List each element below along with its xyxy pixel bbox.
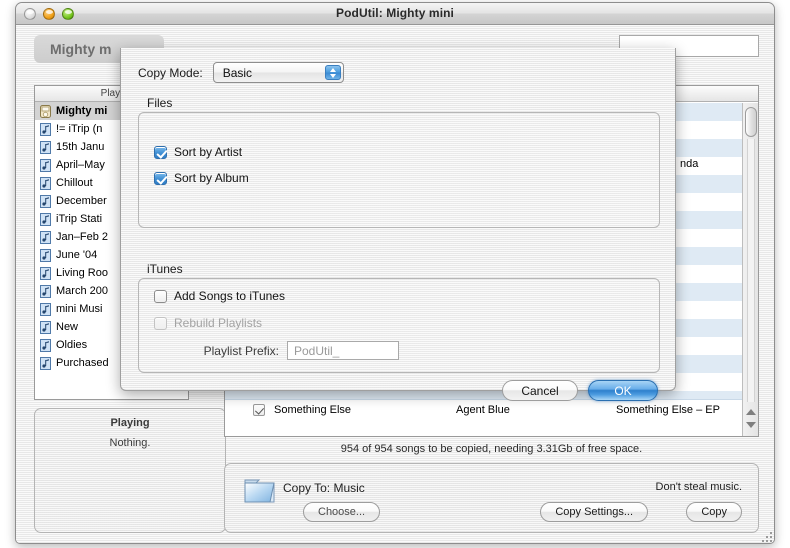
sort-by-artist-checkbox[interactable] [154, 145, 167, 159]
list-item-label: Chillout [56, 177, 93, 189]
copy-mode-row: Copy Mode: Basic [138, 62, 344, 83]
song-name: Something Else [274, 403, 352, 416]
list-item-label: December [56, 195, 107, 207]
list-item-label: Jan–Feb 2 [56, 231, 108, 243]
playlist-icon [40, 284, 51, 298]
list-item-label: iTrip Stati [56, 213, 103, 225]
playlist-icon [40, 122, 51, 136]
song-artist: Agent Blue [456, 403, 510, 416]
folder-icon [243, 477, 277, 510]
playlist-icon [40, 140, 51, 154]
files-group-box [138, 112, 660, 228]
list-item-label: March 200 [56, 285, 108, 297]
scroll-down-arrow-icon[interactable] [746, 422, 756, 428]
sort-by-album-row[interactable]: Sort by Album [154, 171, 249, 185]
copy-settings-dialog: Copy Mode: Basic Files Sort by Artist So… [120, 48, 676, 401]
files-group-label: Files [147, 96, 173, 110]
list-item-label: April–May [56, 159, 105, 171]
device-title-label: Mighty m [50, 41, 112, 57]
list-item-label: != iTrip (n [56, 123, 103, 135]
playlist-icon [40, 338, 51, 352]
copy-panel: Copy To: Music Choose... Don't steal mus… [224, 463, 759, 533]
dont-steal-notice: Don't steal music. [655, 481, 742, 493]
vertical-scrollbar[interactable] [742, 103, 758, 436]
rebuild-playlists-label: Rebuild Playlists [174, 316, 263, 330]
scrollbar-arrows[interactable] [743, 402, 758, 436]
list-item-label: New [56, 321, 79, 333]
window-body: Mighty m Playl Mighty mi != iTrip (n 15t… [16, 25, 774, 543]
list-item-label: Mighty mi [56, 105, 108, 117]
now-playing-panel: Playing Nothing. [34, 408, 226, 533]
now-playing-value: Nothing. [109, 437, 151, 449]
playlist-icon [40, 356, 51, 370]
sort-by-artist-label: Sort by Artist [174, 145, 243, 159]
chevron-updown-icon[interactable] [324, 65, 341, 80]
playlist-prefix-input[interactable]: PodUtil_ [287, 341, 399, 360]
playlist-icon [40, 194, 51, 208]
resize-grip[interactable] [758, 528, 772, 542]
window-title: PodUtil: Mighty mini [336, 6, 454, 20]
playlist-icon [40, 176, 51, 190]
copy-to-label: Copy To: Music [283, 481, 365, 495]
scrollbar-thumb[interactable] [745, 107, 757, 137]
scroll-up-arrow-icon[interactable] [746, 409, 756, 415]
copy-button[interactable]: Copy [686, 502, 742, 522]
list-item-label: June '04 [56, 249, 98, 261]
copy-mode-select[interactable]: Basic [212, 62, 344, 83]
list-item-label: Oldies [56, 339, 88, 351]
playlist-icon [40, 230, 51, 244]
ok-button[interactable]: OK [588, 380, 658, 401]
cancel-button[interactable]: Cancel [502, 380, 578, 401]
scrollbar-track[interactable] [747, 139, 755, 402]
list-item-label: Living Roo [56, 267, 108, 279]
list-item-label: 15th Janu [56, 141, 105, 153]
song-cell-fragment: nda [680, 158, 699, 170]
rebuild-playlists-row: Rebuild Playlists [154, 316, 262, 330]
ipod-icon [40, 104, 51, 118]
title-bar[interactable]: PodUtil: Mighty mini [16, 3, 774, 25]
table-row[interactable]: Something Else Agent Blue Something Else… [225, 399, 742, 419]
sort-by-album-label: Sort by Album [174, 171, 249, 185]
add-songs-label: Add Songs to iTunes [174, 289, 285, 303]
copy-settings-button[interactable]: Copy Settings... [540, 502, 648, 522]
song-album: Something Else – EP [616, 403, 720, 416]
add-songs-checkbox[interactable] [154, 289, 167, 303]
now-playing-title: Playing [110, 417, 150, 429]
rebuild-playlists-checkbox [154, 316, 167, 330]
sort-by-album-checkbox[interactable] [154, 171, 167, 185]
sort-by-artist-row[interactable]: Sort by Artist [154, 145, 242, 159]
playlist-icon [40, 248, 51, 262]
screen: PodUtil: Mighty mini Mighty m Playl Migh… [0, 0, 790, 548]
playlist-prefix-row: Playlist Prefix: PodUtil_ [154, 341, 399, 360]
status-text: 954 of 954 songs to be copied, needing 3… [340, 443, 643, 455]
playlist-icon [40, 212, 51, 226]
list-item-label: Purchased [56, 357, 109, 369]
application-window: PodUtil: Mighty mini Mighty m Playl Migh… [15, 2, 775, 544]
playlist-icon [40, 320, 51, 334]
choose-button[interactable]: Choose... [303, 502, 381, 522]
playlist-icon [40, 302, 51, 316]
copy-mode-label: Copy Mode: [138, 65, 203, 80]
playlist-prefix-label: Playlist Prefix: [203, 343, 279, 358]
list-item-label: mini Musi [56, 303, 103, 315]
copy-mode-value: Basic [222, 65, 253, 80]
itunes-group-label: iTunes [147, 262, 183, 276]
add-songs-row[interactable]: Add Songs to iTunes [154, 289, 285, 303]
playlist-icon [40, 158, 51, 172]
song-checkbox[interactable] [253, 403, 265, 416]
playlist-icon [40, 266, 51, 280]
